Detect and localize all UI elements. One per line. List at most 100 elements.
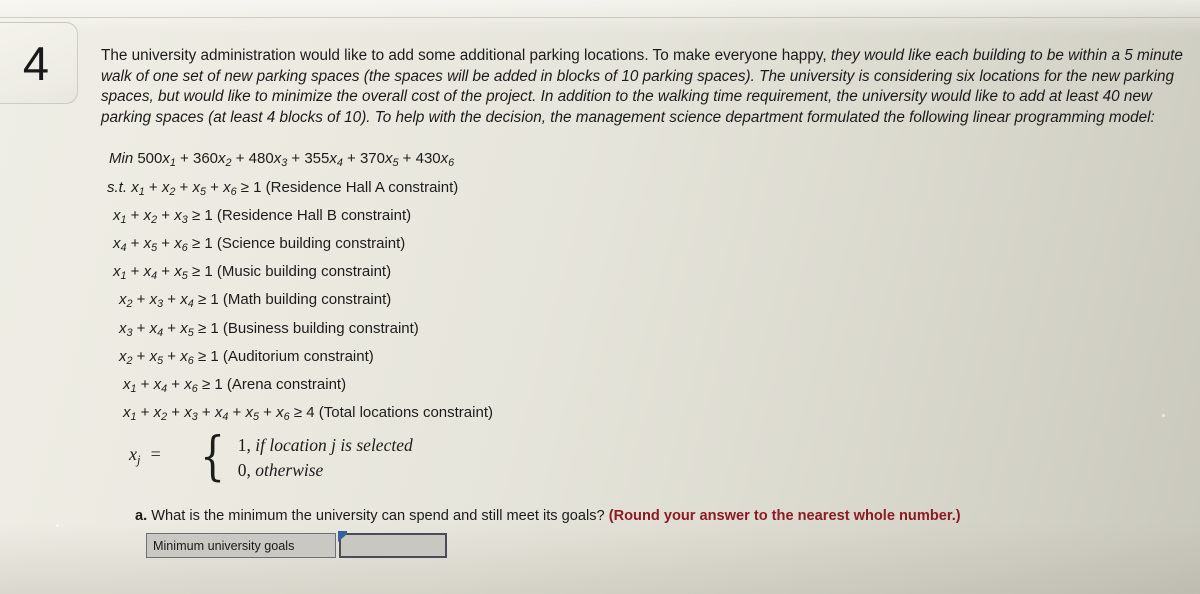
lp-variable: x5 (149, 347, 164, 367)
lp-variable: x2 (119, 291, 133, 311)
binary-variable-definition: xj = { 1, if location j is selected 0, o… (129, 426, 1187, 487)
lp-constraint-label: (Residence Hall B constraint) (216, 206, 412, 224)
lp-variable: x4 (214, 404, 229, 424)
lp-objective-term: 370x5 (359, 150, 399, 170)
lp-relation-sign: ≥ (201, 376, 211, 394)
lp-rhs-value: 1 (210, 291, 219, 309)
lp-variable: x3 (149, 291, 164, 311)
lp-variable: x1 (113, 263, 127, 283)
lp-variable: x4 (153, 376, 168, 396)
answer-entry-row: Minimum university goals (146, 531, 447, 558)
question-content: The university administration would like… (101, 46, 1187, 526)
lp-variable: x1 (131, 178, 145, 198)
binary-definition-lhs: xj = (129, 443, 162, 472)
lp-objective-term: 360x2 (193, 150, 232, 170)
lp-variable: x6 (180, 347, 194, 367)
lp-objective-line: Min 500x1 + 360x2 + 480x3 + 355x4 + 370x… (109, 150, 455, 170)
lp-constraint-line: s.t. x1 + x2 + x5 + x6 ≥ 1 (Residence Ha… (107, 178, 459, 198)
binary-case-one-text: if location j is selected (255, 434, 413, 455)
minimum-cost-input[interactable] (341, 535, 445, 556)
lp-variable: x6 (174, 235, 188, 255)
left-brace-glyph: { (199, 426, 225, 487)
lp-constraint-line: x3 + x4 + x5 ≥ 1 (Business building cons… (119, 319, 419, 339)
lp-variable: x4 (149, 319, 164, 339)
lp-rhs-value: 1 (214, 376, 223, 394)
lp-variable: x5 (180, 319, 194, 339)
lp-constraint-label: (Total locations constraint) (318, 404, 493, 422)
lp-constraint-line: x1 + x2 + x3 ≥ 1 (Residence Hall B const… (113, 206, 412, 226)
lp-relation-sign: ≥ (191, 206, 201, 224)
lp-relation-sign: ≥ (293, 404, 303, 422)
lp-rhs-value: 1 (204, 206, 213, 224)
binary-equals-sign: = (149, 444, 162, 465)
part-a-prompt: a. What is the minimum the university ca… (135, 506, 1187, 526)
lp-constraint-label: (Music building constraint) (216, 263, 392, 281)
lp-constraint-label: (Math building constraint) (222, 291, 392, 309)
lp-objective-keyword: Min (109, 150, 134, 168)
lp-objective-term: 430x6 (415, 150, 455, 170)
lp-variable: x1 (113, 206, 127, 226)
lp-variable: x2 (161, 178, 176, 198)
lp-constraint-line: x1 + x4 + x5 ≥ 1 (Music building constra… (113, 263, 392, 283)
lp-variable: x6 (184, 376, 198, 396)
lp-subject-to-keyword: s.t. (107, 178, 128, 196)
lp-relation-sign: ≥ (197, 319, 207, 337)
lp-constraint-label: (Business building constraint) (222, 319, 419, 337)
lp-variable: x2 (218, 150, 232, 170)
lp-rhs-value: 1 (204, 263, 213, 281)
binary-case-zero: 0, otherwise (238, 458, 413, 483)
binary-var-subscript: j (137, 452, 141, 467)
binary-case-zero-text: otherwise (255, 459, 324, 480)
lp-model-block: Min 500x1 + 360x2 + 480x3 + 355x4 + 370x… (101, 147, 1187, 482)
lp-rhs-value: 1 (204, 235, 213, 253)
lp-constraint-label: (Residence Hall A constraint) (265, 178, 459, 196)
lp-relation-sign: ≥ (197, 347, 207, 365)
lp-variable: x1 (123, 404, 137, 424)
lp-variable: x3 (184, 404, 198, 424)
question-intro-paragraph: The university administration would like… (101, 46, 1187, 128)
lp-model-lines: Min 500x1 + 360x2 + 480x3 + 355x4 + 370x… (101, 147, 1187, 429)
lp-constraint-label: (Arena constraint) (226, 376, 347, 394)
intro-roman-text: The university administration would like… (101, 47, 831, 64)
rounding-note: (Round your answer to the nearest whole … (608, 507, 961, 524)
part-a-question-text: What is the minimum the university can s… (151, 507, 605, 524)
lp-variable: x4 (113, 235, 127, 255)
lp-constraint-line: x1 + x2 + x3 + x4 + x5 + x6 ≥ 4 (Total l… (123, 404, 493, 424)
lp-variable: x3 (273, 150, 288, 170)
lp-variable: x3 (119, 319, 133, 339)
lp-constraint-label: (Auditorium constraint) (222, 347, 374, 365)
binary-case-zero-number: 0, (237, 459, 251, 480)
lp-constraint-line: x4 + x5 + x6 ≥ 1 (Science building const… (113, 235, 406, 255)
lp-relation-sign: ≥ (191, 263, 201, 281)
lp-variable: x6 (440, 150, 455, 170)
lp-constraint-line: x2 + x5 + x6 ≥ 1 (Auditorium constraint) (119, 347, 374, 367)
lp-variable: x3 (174, 206, 188, 226)
lp-rhs-value: 1 (253, 178, 262, 196)
binary-definition-cases: 1, if location j is selected 0, otherwis… (238, 433, 413, 483)
lp-variable: x5 (143, 235, 158, 255)
lp-variable: x1 (162, 150, 176, 170)
lp-objective-term: 355x4 (304, 150, 343, 170)
lp-variable: x6 (276, 404, 290, 424)
lp-objective-term: 500x1 (137, 150, 176, 170)
lp-relation-sign: ≥ (197, 291, 207, 309)
lp-rhs-value: 4 (306, 404, 315, 422)
lp-variable: x5 (385, 150, 399, 170)
lp-variable: x4 (180, 291, 194, 311)
lp-rhs-value: 1 (210, 347, 219, 365)
lp-variable: x2 (143, 206, 158, 226)
lp-variable: x5 (174, 263, 188, 283)
lp-variable: x2 (153, 404, 168, 424)
lp-objective-term: 480x3 (248, 150, 288, 170)
lp-variable: x5 (192, 178, 206, 198)
lp-relation-sign: ≥ (240, 178, 249, 196)
lp-variable: x2 (119, 347, 133, 367)
lp-variable: x6 (223, 178, 237, 198)
answer-field-label: Minimum university goals (146, 533, 336, 558)
lp-constraint-line: x2 + x3 + x4 ≥ 1 (Math building constrai… (119, 291, 392, 311)
question-number-plate: 4 (0, 22, 78, 104)
lp-constraint-line: x1 + x4 + x6 ≥ 1 (Arena constraint) (123, 376, 347, 396)
binary-case-one: 1, if location j is selected (238, 433, 413, 458)
lp-variable: x5 (245, 404, 260, 424)
answer-input-container[interactable] (338, 531, 447, 558)
